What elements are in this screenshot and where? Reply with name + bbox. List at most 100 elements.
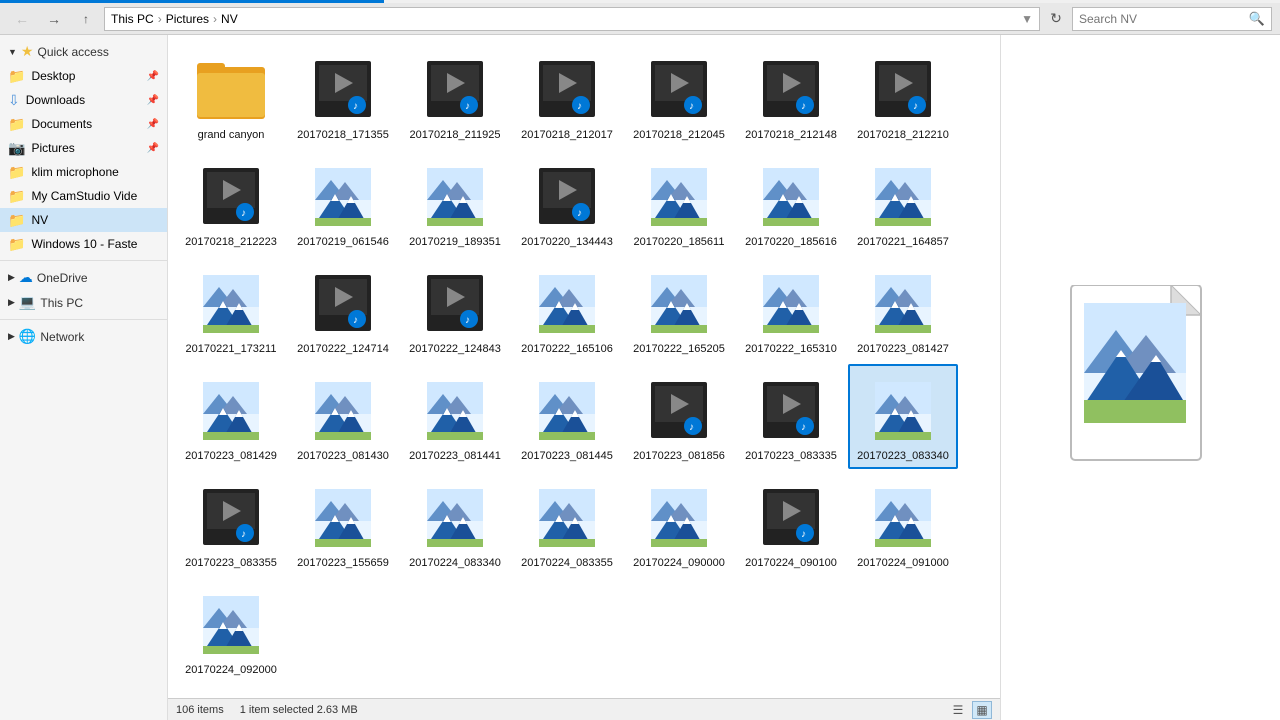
sidebar-item-documents[interactable]: 📁 Documents 📌 [0,112,167,136]
file-item-f27[interactable]: 20170223_083340 [848,364,958,469]
file-item-f10[interactable]: ♪ 20170220_134443 [512,150,622,255]
file-item-f15[interactable]: ♪ 20170222_124714 [288,257,398,362]
onedrive-label: OneDrive [37,271,88,285]
sidebar-label-cam: My CamStudio Vide [31,189,137,203]
folder-win-icon: 📁 [8,236,25,253]
file-item-f25[interactable]: ♪ 20170223_081856 [624,364,734,469]
sidebar-label-klim: klim microphone [31,165,118,179]
sidebar-item-klim-microphone[interactable]: 📁 klim microphone [0,160,167,184]
thispc-label: This PC [40,296,83,310]
onedrive-header[interactable]: ▶ ☁ OneDrive [0,265,167,290]
selected-info: 1 item selected 2.63 MB [240,704,358,716]
file-item-f7[interactable]: ♪ 20170218_212223 [176,150,286,255]
svg-text:♪: ♪ [577,101,582,112]
main-area: ▼ ★ Quick access 📁 Desktop 📌 ⇩ Downloads… [0,35,1280,720]
media-file-icon: ♪ [755,481,827,553]
image-file-icon [531,481,603,553]
file-name: 20170219_061546 [297,236,389,249]
file-name: 20170224_090000 [633,557,725,570]
file-name: 20170223_081430 [297,450,389,463]
quick-access-label: Quick access [37,45,108,59]
file-item-f9[interactable]: 20170219_189351 [400,150,510,255]
sidebar-label-downloads: Downloads [26,93,85,107]
file-item-f3[interactable]: ♪ 20170218_212017 [512,43,622,148]
file-item-f0[interactable]: grand canyon [176,43,286,148]
address-bar[interactable]: This PC › Pictures › NV ▼ [104,7,1040,31]
network-label: Network [40,330,84,344]
file-item-f24[interactable]: 20170223_081445 [512,364,622,469]
file-item-f35[interactable]: 20170224_092000 [176,578,286,683]
sidebar-item-pictures[interactable]: 📷 Pictures 📌 [0,136,167,160]
file-item-f18[interactable]: 20170222_165205 [624,257,734,362]
image-file-icon [867,481,939,553]
media-file-icon: ♪ [755,374,827,446]
sidebar-label-desktop: Desktop [31,69,75,83]
breadcrumb-thispc[interactable]: This PC [111,12,154,26]
media-file-icon: ♪ [755,53,827,125]
file-item-f19[interactable]: 20170222_165310 [736,257,846,362]
file-item-f1[interactable]: ♪ 20170218_171355 [288,43,398,148]
file-item-f32[interactable]: 20170224_090000 [624,471,734,576]
large-icons-view-button[interactable]: ▦ [972,701,992,719]
image-file-icon [643,481,715,553]
sidebar-item-camstudio[interactable]: 📁 My CamStudio Vide [0,184,167,208]
file-item-f17[interactable]: 20170222_165106 [512,257,622,362]
search-icon[interactable]: 🔍 [1249,11,1265,27]
file-item-f26[interactable]: ♪ 20170223_083335 [736,364,846,469]
file-item-f14[interactable]: 20170221_173211 [176,257,286,362]
file-item-f28[interactable]: ♪ 20170223_083355 [176,471,286,576]
file-item-f33[interactable]: ♪ 20170224_090100 [736,471,846,576]
svg-text:♪: ♪ [913,101,918,112]
file-item-f21[interactable]: 20170223_081429 [176,364,286,469]
back-button[interactable]: ← [8,8,36,30]
file-item-f12[interactable]: 20170220_185616 [736,150,846,255]
media-file-icon: ♪ [419,267,491,339]
refresh-button[interactable]: ↻ [1044,8,1068,30]
media-file-icon: ♪ [643,53,715,125]
file-item-f22[interactable]: 20170223_081430 [288,364,398,469]
sidebar-item-nv[interactable]: 📁 NV [0,208,167,232]
svg-text:♪: ♪ [353,101,358,112]
file-name: 20170221_164857 [857,236,949,249]
file-item-f11[interactable]: 20170220_185611 [624,150,734,255]
file-item-f4[interactable]: ♪ 20170218_212045 [624,43,734,148]
details-view-button[interactable]: ☰ [948,701,968,719]
file-item-f6[interactable]: ♪ 20170218_212210 [848,43,958,148]
file-item-f16[interactable]: ♪ 20170222_124843 [400,257,510,362]
sidebar-item-windows10[interactable]: 📁 Windows 10 - Faste [0,232,167,256]
search-input[interactable] [1079,12,1245,26]
breadcrumb-dropdown[interactable]: ▼ [1021,12,1033,26]
file-name: 20170224_092000 [185,664,277,677]
chevron-right-icon3: ▶ [8,331,15,342]
svg-text:♪: ♪ [241,208,246,219]
file-name: 20170223_083355 [185,557,277,570]
up-button[interactable]: ↑ [72,8,100,30]
sidebar-item-downloads[interactable]: ⇩ Downloads 📌 [0,88,167,112]
quick-access-header[interactable]: ▼ ★ Quick access [0,39,167,64]
file-name: 20170223_083340 [857,450,949,463]
file-item-f2[interactable]: ♪ 20170218_211925 [400,43,510,148]
media-file-icon: ♪ [419,53,491,125]
file-item-f30[interactable]: 20170224_083340 [400,471,510,576]
thispc-header[interactable]: ▶ 💻 This PC [0,290,167,315]
file-item-f29[interactable]: 20170223_155659 [288,471,398,576]
breadcrumb-nv[interactable]: NV [221,12,238,26]
file-item-f13[interactable]: 20170221_164857 [848,150,958,255]
image-file-icon [867,267,939,339]
file-item-f5[interactable]: ♪ 20170218_212148 [736,43,846,148]
file-name: 20170219_189351 [409,236,501,249]
file-grid: grand canyon ♪ 20170218_171355 ♪ 2017021… [168,35,1000,698]
file-item-f20[interactable]: 20170223_081427 [848,257,958,362]
breadcrumb-pictures[interactable]: Pictures [166,12,209,26]
file-item-f34[interactable]: 20170224_091000 [848,471,958,576]
forward-button[interactable]: → [40,8,68,30]
file-item-f31[interactable]: 20170224_083355 [512,471,622,576]
file-name: 20170224_090100 [745,557,837,570]
file-item-f8[interactable]: 20170219_061546 [288,150,398,255]
file-item-f23[interactable]: 20170223_081441 [400,364,510,469]
image-file-icon [307,374,379,446]
media-file-icon: ♪ [867,53,939,125]
sidebar-item-desktop[interactable]: 📁 Desktop 📌 [0,64,167,88]
network-header[interactable]: ▶ 🌐 Network [0,324,167,349]
media-file-icon: ♪ [643,374,715,446]
